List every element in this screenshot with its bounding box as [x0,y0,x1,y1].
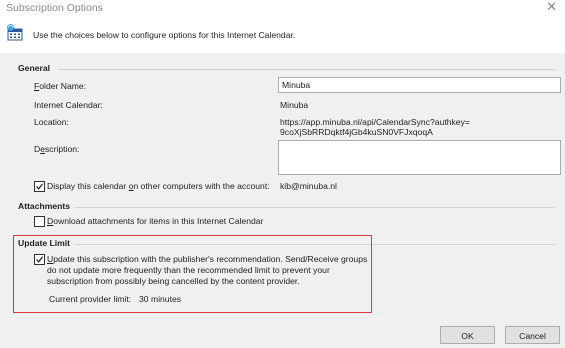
update-limit-line1: Update this subscription with the publis… [47,254,368,264]
update-limit-line3: subscription from possibly being cancell… [47,276,300,286]
current-limit-value: 30 minutes [139,294,182,304]
current-limit-label: Current provider limit: [49,294,132,304]
attachments-divider [75,207,555,208]
general-section-title: General [18,63,51,73]
account-value: kib@minuba.nl [280,181,337,191]
update-limit-line2: do not update more frequently than the r… [47,265,330,275]
description-label: Description: [34,144,80,154]
attachments-section-title: Attachments [18,201,71,211]
update-limit-checkbox[interactable] [34,254,45,265]
download-attachments-checkbox[interactable] [34,216,45,227]
intro-text: Use the choices below to configure optio… [33,30,296,40]
ok-button[interactable]: OK [440,326,495,344]
folder-name-field[interactable]: Minuba [278,77,561,93]
location-url-line2: 9coXjSbRRDqktf4jGb4kuSN0VFJxqoqA [280,127,433,137]
location-label: Location: [34,117,69,127]
display-calendar-checkbox[interactable] [34,181,45,192]
description-field[interactable] [278,140,561,175]
location-url-line1: https://app.minuba.nl/api/CalendarSync?a… [280,117,470,127]
close-icon[interactable]: ✕ [546,0,557,14]
folder-name-value: Minuba [282,80,311,90]
cancel-button[interactable]: Cancel [505,326,560,344]
folder-name-label: Folder Name: [34,81,87,91]
checkmark-icon [36,256,44,263]
general-divider [58,69,555,70]
internet-calendar-label: Internet Calendar: [34,100,103,110]
calendar-icon [5,23,25,43]
internet-calendar-value: Minuba [280,100,309,110]
checkmark-icon [36,183,44,190]
download-attachments-label: Download attachments for items in this I… [47,216,264,226]
display-calendar-label: Display this calendar on other computers… [47,181,270,191]
window-title: Subscription Options [6,2,103,14]
